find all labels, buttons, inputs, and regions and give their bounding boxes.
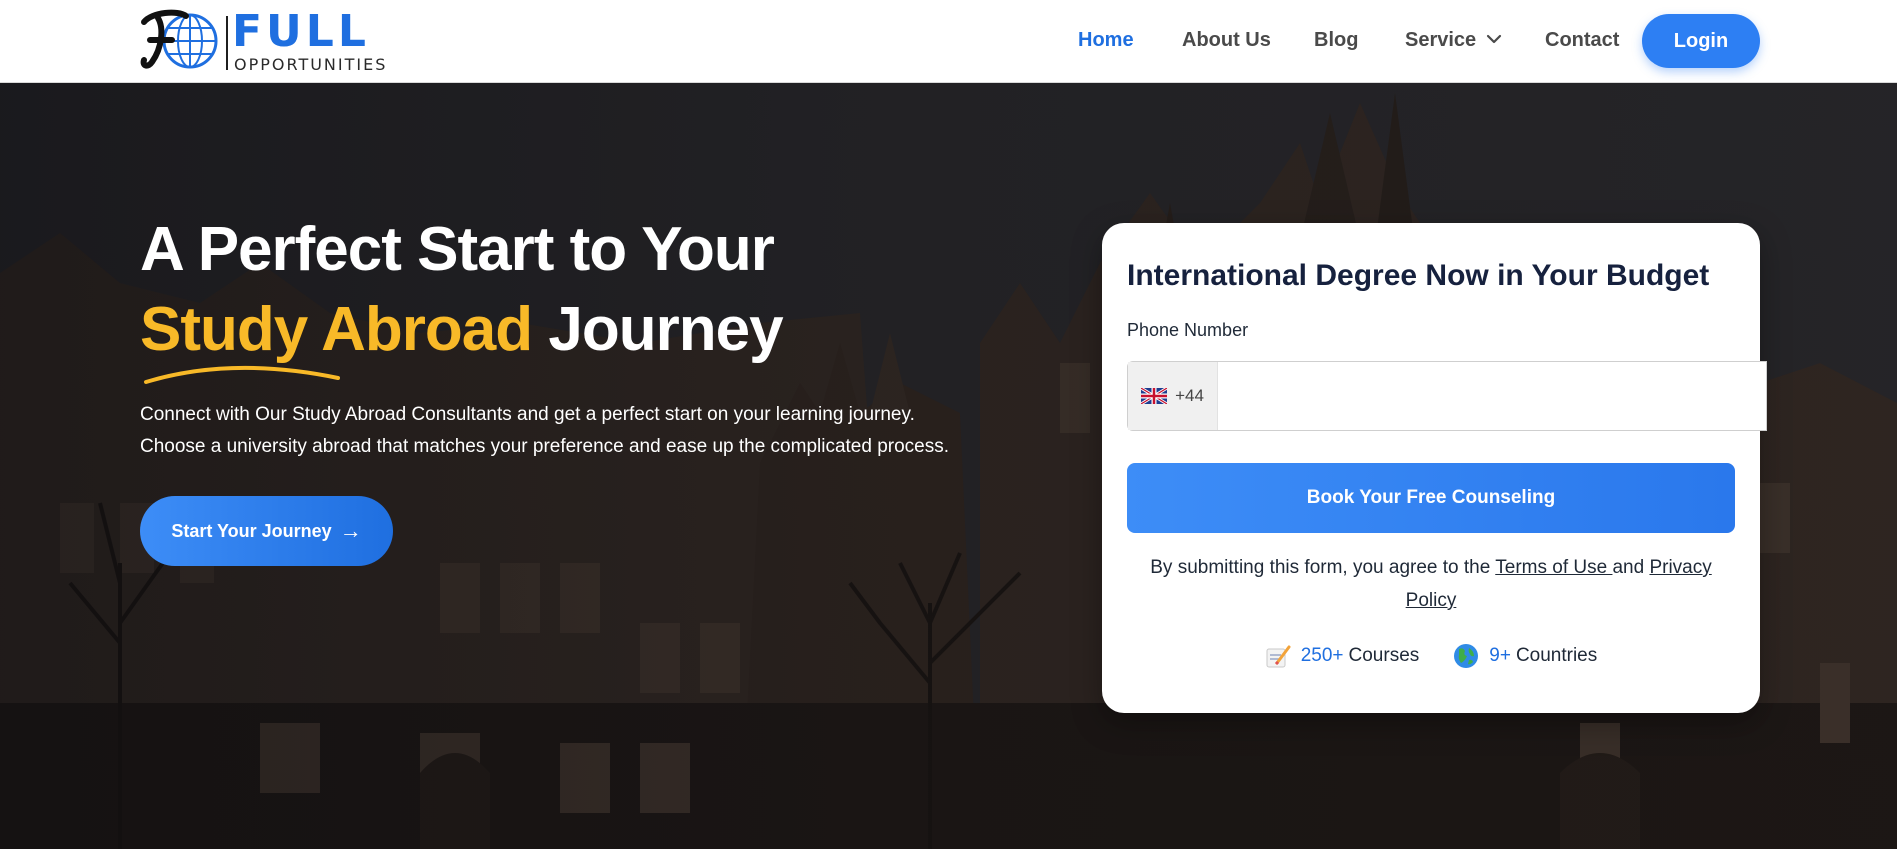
headline-rest: Journey xyxy=(532,295,783,364)
brand-logo[interactable]: FULL OPPORTUNITIES xyxy=(138,6,388,74)
terms-prefix: By submitting this form, you agree to th… xyxy=(1150,557,1496,578)
form-title: International Degree Now in Your Budget xyxy=(1127,259,1710,292)
counseling-form-card: International Degree Now in Your Budget … xyxy=(1102,223,1767,713)
nav-blog[interactable]: Blog xyxy=(1314,28,1358,52)
brand-name-primary: FULL xyxy=(232,6,370,57)
swoosh-underline-icon xyxy=(144,365,340,384)
chevron-down-icon xyxy=(1486,34,1501,43)
terms-of-use-link[interactable]: Terms of Use xyxy=(1495,557,1612,578)
brand-name-secondary: OPPORTUNITIES xyxy=(234,55,388,74)
terms-and: and xyxy=(1612,557,1650,578)
country-code: +44 xyxy=(1175,386,1204,405)
stat-courses-number: 250+ xyxy=(1300,645,1344,666)
site-header: FULL OPPORTUNITIES Home About Us Blog Se… xyxy=(0,0,1897,83)
hero-subtitle: Connect with Our Study Abroad Consultant… xyxy=(140,399,1020,463)
headline-line-2: Study Abroad Journey xyxy=(140,288,1040,384)
nav-contact[interactable]: Contact xyxy=(1545,28,1619,52)
phone-input[interactable] xyxy=(1218,362,1766,430)
nav-service-label: Service xyxy=(1405,29,1477,51)
hero-subtitle-line-1: Connect with Our Study Abroad Consultant… xyxy=(140,404,915,425)
stat-countries-label: Countries xyxy=(1515,645,1598,666)
nav-home[interactable]: Home xyxy=(1078,28,1134,52)
phone-field: +44 xyxy=(1127,361,1767,431)
stats-row: 250+ Courses 9+ Countries xyxy=(1127,643,1735,669)
uk-flag-icon xyxy=(1141,388,1168,404)
arrow-right-icon: → xyxy=(339,518,362,543)
headline-accent: Study Abroad xyxy=(140,295,533,364)
globe-icon xyxy=(1454,644,1479,668)
stat-courses-label: Courses xyxy=(1348,645,1420,666)
logo-mark-icon xyxy=(140,9,218,69)
phone-label: Phone Number xyxy=(1127,320,1249,340)
hero-headline: A Perfect Start to Your Study Abroad Jou… xyxy=(140,212,1040,384)
headline-line-1: A Perfect Start to Your xyxy=(140,215,775,284)
writing-icon xyxy=(1266,645,1291,668)
country-code-selector[interactable]: +44 xyxy=(1128,362,1218,430)
stat-countries: 9+ Countries xyxy=(1453,643,1597,669)
start-journey-button[interactable]: Start Your Journey → xyxy=(140,496,393,566)
stat-courses: 250+ Courses xyxy=(1265,643,1420,669)
nav-service[interactable]: Service xyxy=(1405,28,1502,52)
hero-subtitle-line-2: Choose a university abroad that matches … xyxy=(140,436,950,457)
terms-notice: By submitting this form, you agree to th… xyxy=(1127,551,1735,617)
nav-about-us[interactable]: About Us xyxy=(1182,28,1271,52)
logo-divider xyxy=(226,16,228,70)
book-counseling-button[interactable]: Book Your Free Counseling xyxy=(1127,463,1735,533)
cta-label: Start Your Journey xyxy=(171,520,332,541)
login-button[interactable]: Login xyxy=(1642,14,1760,68)
stat-countries-number: 9+ xyxy=(1489,645,1511,666)
